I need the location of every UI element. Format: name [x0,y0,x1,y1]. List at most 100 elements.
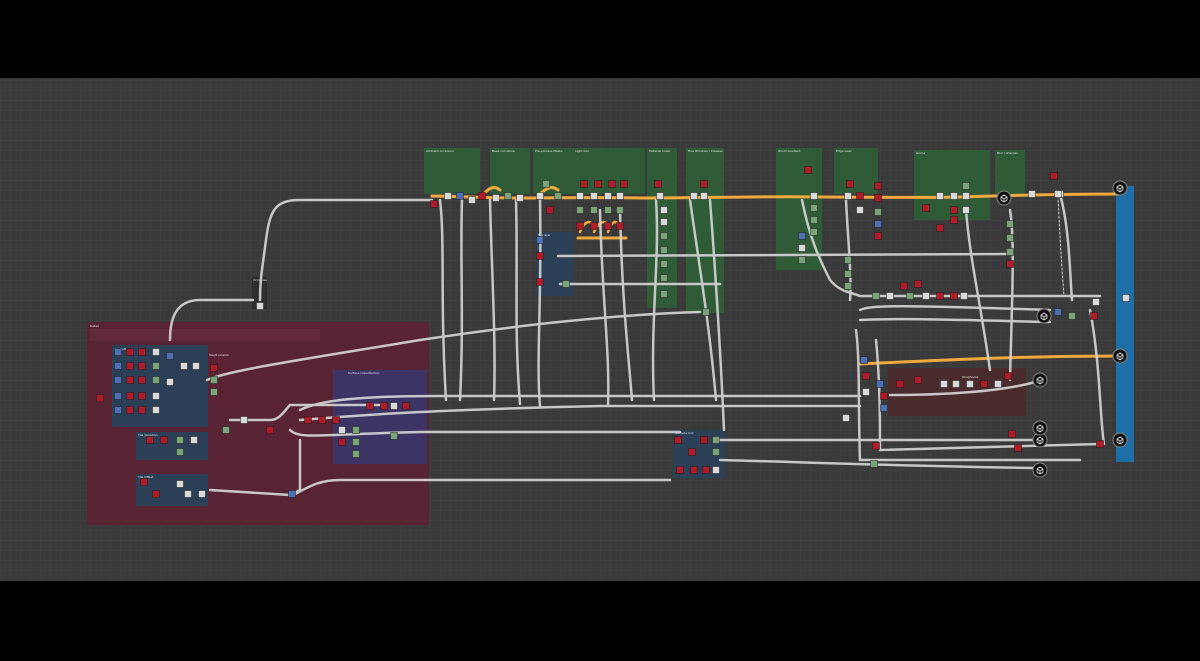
graph-node[interactable] [810,192,818,200]
graph-node[interactable] [504,192,512,200]
graph-node[interactable] [798,232,806,240]
graph-node[interactable] [166,378,174,386]
graph-node[interactable] [1028,190,1036,198]
graph-node[interactable] [874,232,882,240]
graph-node[interactable] [160,436,168,444]
graph-node[interactable] [962,206,970,214]
graph-node[interactable] [126,376,134,384]
graph-node[interactable] [860,356,868,364]
graph-node[interactable] [810,228,818,236]
graph-node[interactable] [590,206,598,214]
graph-node[interactable] [712,448,720,456]
graph-node[interactable] [690,192,698,200]
output-node-icon[interactable] [1032,420,1048,436]
graph-node[interactable] [856,206,864,214]
graph-node[interactable] [660,218,668,226]
graph-node[interactable] [176,436,184,444]
frame-edge-wear[interactable] [834,148,878,194]
graph-node[interactable] [576,192,584,200]
graph-node[interactable] [660,260,668,268]
graph-node[interactable] [620,180,628,188]
graph-node[interactable] [390,402,398,410]
graph-node[interactable] [712,436,720,444]
graph-node[interactable] [256,302,264,310]
graph-node[interactable] [126,392,134,400]
graph-node[interactable] [874,194,882,202]
output-node-icon[interactable] [1032,372,1048,388]
graph-node[interactable] [576,206,584,214]
graph-node[interactable] [922,204,930,212]
graph-node[interactable] [962,182,970,190]
graph-node[interactable] [960,292,968,300]
graph-node[interactable] [914,280,922,288]
graph-node[interactable] [712,466,720,474]
graph-node[interactable] [114,376,122,384]
graph-node[interactable] [700,180,708,188]
graph-node[interactable] [332,416,340,424]
graph-node[interactable] [222,426,230,434]
graph-node[interactable] [192,362,200,370]
graph-node[interactable] [690,466,698,474]
graph-node[interactable] [352,450,360,458]
graph-node[interactable] [842,414,850,422]
graph-node[interactable] [950,192,958,200]
graph-node[interactable] [844,270,852,278]
graph-node[interactable] [1014,444,1022,452]
graph-node[interactable] [656,192,664,200]
graph-node[interactable] [152,490,160,498]
graph-node[interactable] [478,192,486,200]
graph-node[interactable] [114,406,122,414]
graph-node[interactable] [876,380,884,388]
graph-node[interactable] [862,372,870,380]
graph-node[interactable] [604,222,612,230]
graph-node[interactable] [1096,440,1104,448]
graph-node[interactable] [240,416,248,424]
graph-node[interactable] [872,442,880,450]
output-node-icon[interactable] [1032,462,1048,478]
graph-node[interactable] [676,466,684,474]
graph-node[interactable] [198,490,206,498]
output-node-icon[interactable] [1112,180,1128,196]
frame-tile-pattern[interactable] [112,345,208,427]
graph-node[interactable] [152,362,160,370]
graph-node[interactable] [886,292,894,300]
graph-node[interactable] [138,406,146,414]
output-node-icon[interactable] [1036,308,1052,324]
graph-node[interactable] [1090,312,1098,320]
graph-node[interactable] [702,466,710,474]
graph-node[interactable] [1008,430,1016,438]
graph-node[interactable] [140,478,148,486]
graph-node[interactable] [874,220,882,228]
graph-node[interactable] [856,192,864,200]
graph-node[interactable] [616,192,624,200]
graph-node[interactable] [590,222,598,230]
graph-node[interactable] [870,460,878,468]
frame-fine-wrinkles[interactable] [686,148,724,313]
graph-node[interactable] [338,438,346,446]
graph-node[interactable] [138,362,146,370]
graph-node[interactable] [536,236,544,244]
graph-node[interactable] [152,406,160,414]
graph-node[interactable] [844,192,852,200]
graph-node[interactable] [580,180,588,188]
graph-node[interactable] [950,206,958,214]
graph-node[interactable] [266,426,274,434]
graph-node[interactable] [798,256,806,264]
graph-node[interactable] [952,380,960,388]
graph-node[interactable] [114,362,122,370]
output-node-icon[interactable] [996,190,1012,206]
graph-node[interactable] [304,416,312,424]
graph-node[interactable] [468,196,476,204]
graph-node[interactable] [862,388,870,396]
graph-node[interactable] [138,348,146,356]
graph-node[interactable] [210,364,218,372]
graph-node[interactable] [114,348,122,356]
graph-node[interactable] [338,426,346,434]
graph-node[interactable] [880,404,888,412]
graph-node[interactable] [874,208,882,216]
graph-node[interactable] [702,308,710,316]
graph-node[interactable] [688,448,696,456]
graph-node[interactable] [804,166,812,174]
graph-node[interactable] [994,380,1002,388]
graph-node[interactable] [906,292,914,300]
